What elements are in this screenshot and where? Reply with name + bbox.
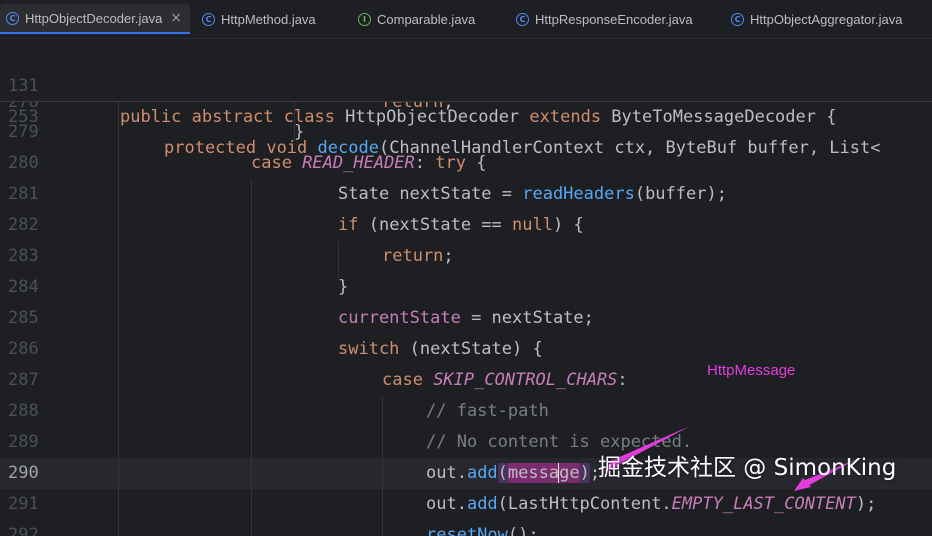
watermark: 掘金技术社区 @ SimonKing [598, 455, 897, 481]
